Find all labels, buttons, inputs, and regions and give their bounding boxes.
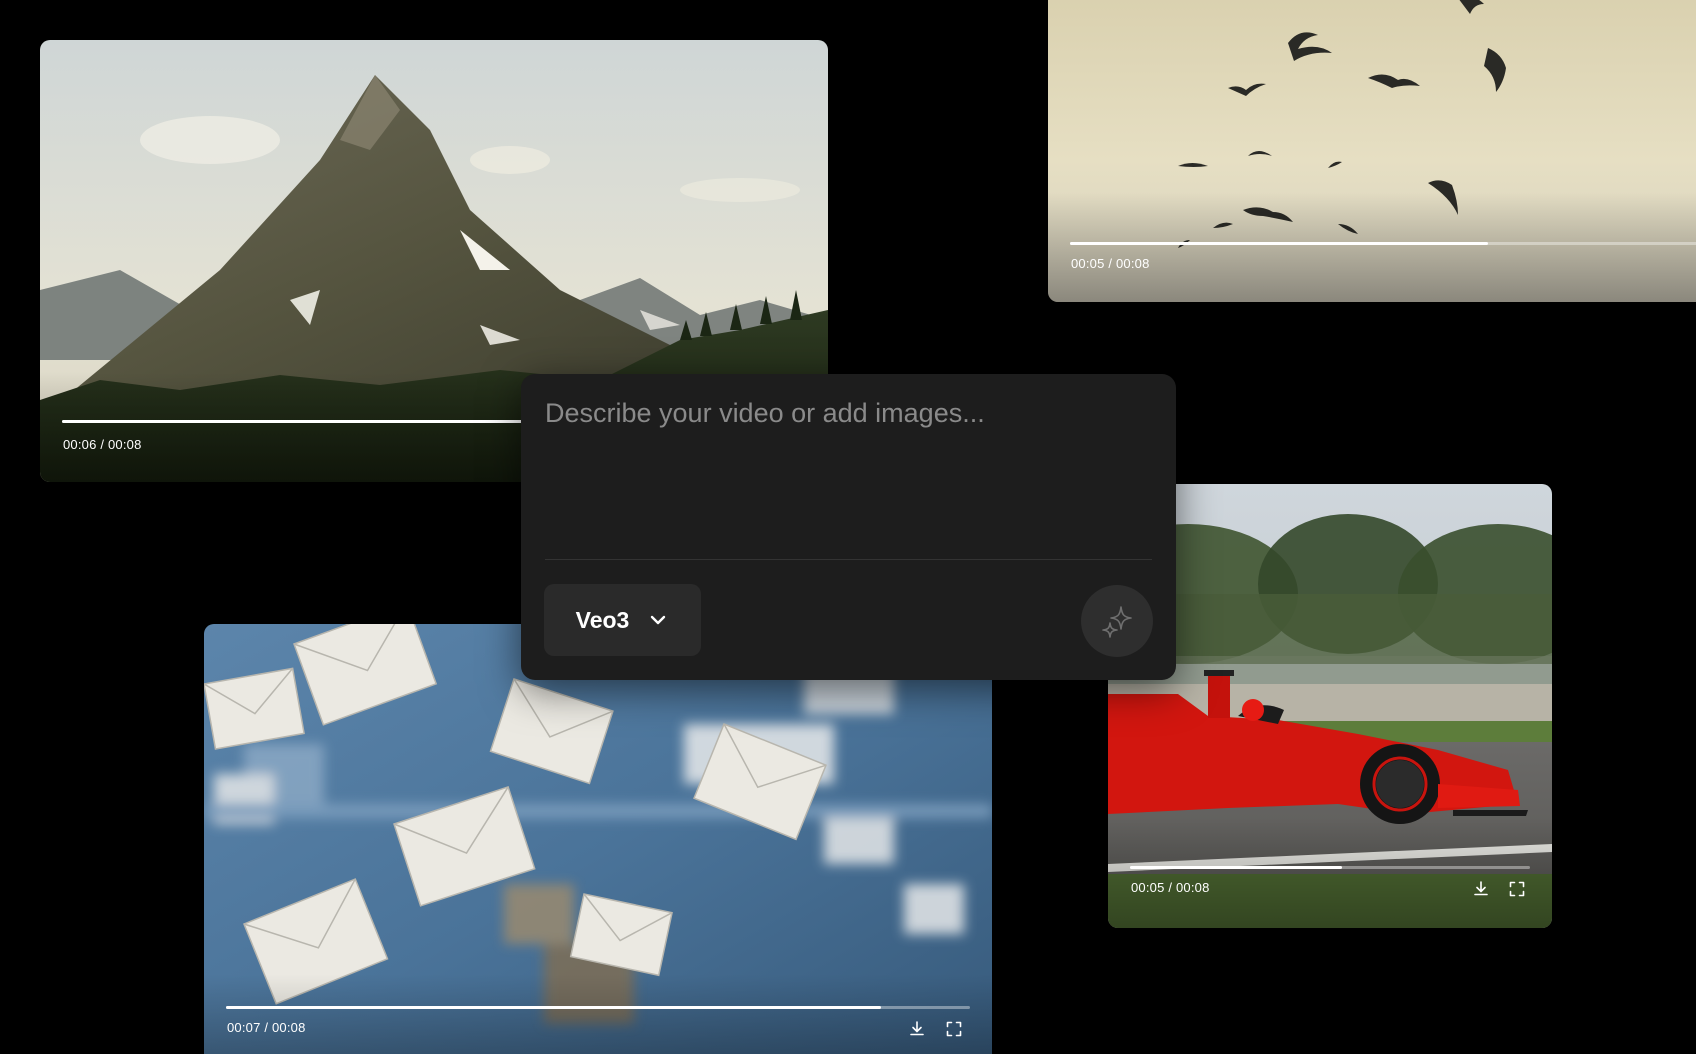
progress-bar[interactable] (1070, 242, 1696, 245)
model-selector[interactable]: Veo3 (544, 584, 701, 656)
prompt-divider (545, 559, 1152, 560)
progress-bar[interactable] (226, 1006, 970, 1009)
progress-fill (226, 1006, 881, 1009)
progress-fill (1070, 242, 1488, 245)
video-time: 00:06 / 00:08 (63, 437, 142, 452)
progress-fill (1130, 866, 1342, 869)
video-gradient (204, 974, 992, 1054)
video-time: 00:05 / 00:08 (1071, 256, 1150, 271)
generate-button[interactable] (1081, 585, 1153, 657)
download-icon[interactable] (1472, 880, 1490, 898)
video-card-envelopes[interactable]: 00:07 / 00:08 (204, 624, 992, 1054)
fullscreen-icon[interactable] (945, 1020, 963, 1038)
canvas: 00:06 / 00:08 00:05 / 00:08 00:05 / 00:0… (0, 0, 1696, 1054)
sparkle-icon (1097, 601, 1137, 641)
chevron-down-icon (647, 609, 669, 631)
video-gradient (1108, 818, 1552, 928)
prompt-panel: Veo3 (521, 374, 1176, 680)
video-time: 00:05 / 00:08 (1131, 880, 1210, 895)
prompt-input[interactable] (545, 396, 1150, 516)
progress-bar[interactable] (1130, 866, 1530, 869)
video-time: 00:07 / 00:08 (227, 1020, 306, 1035)
download-icon[interactable] (908, 1020, 926, 1038)
video-gradient (1048, 192, 1696, 302)
video-card-birds[interactable]: 00:05 / 00:08 (1048, 0, 1696, 302)
model-selector-label: Veo3 (575, 606, 630, 633)
fullscreen-icon[interactable] (1508, 880, 1526, 898)
